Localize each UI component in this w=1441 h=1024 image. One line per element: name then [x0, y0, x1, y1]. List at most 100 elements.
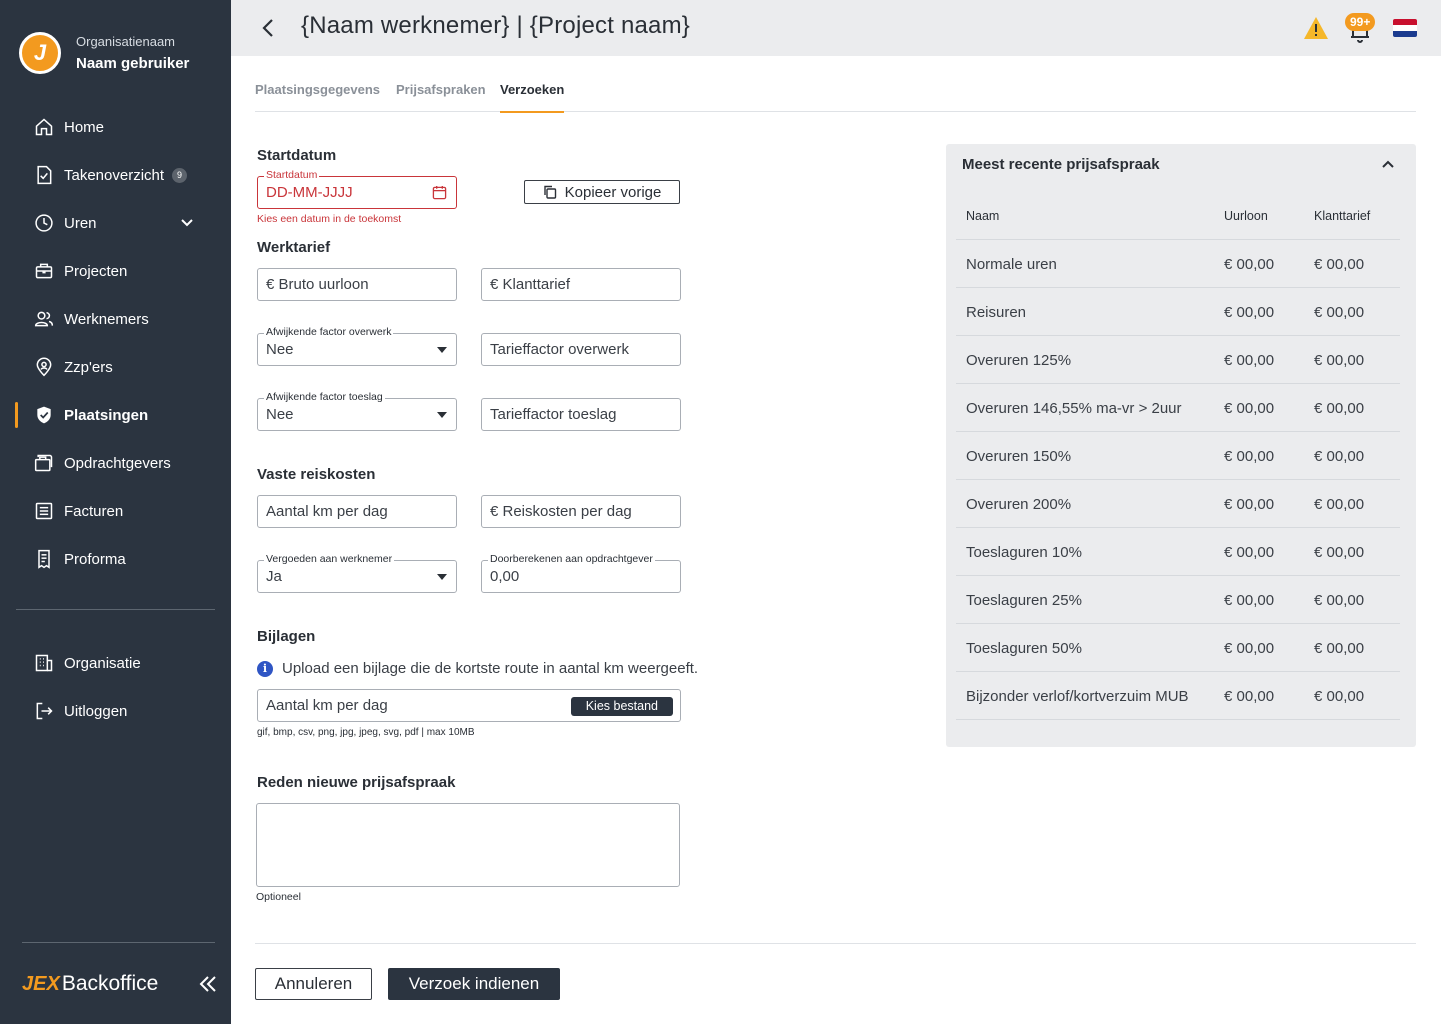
sidebar-nav: Home Takenoverzicht 9 Uren Projecten Wer…: [0, 103, 231, 583]
sidebar-item-zzpers[interactable]: Zzp'ers: [0, 343, 231, 391]
back-arrow-icon[interactable]: [257, 16, 281, 40]
reiskosten-per-dag-placeholder: € Reiskosten per dag: [490, 503, 632, 520]
briefcase-icon: [33, 260, 55, 282]
row-klanttarief: € 00,00: [1314, 400, 1365, 417]
task-count-badge: 9: [172, 167, 188, 183]
row-naam: Toeslaguren 25%: [966, 592, 1082, 609]
sidebar-item-plaatsingen[interactable]: Plaatsingen: [0, 391, 231, 439]
sidebar-item-label: Plaatsingen: [64, 406, 149, 424]
sidebar-item-label: Opdrachtgevers: [64, 454, 171, 472]
row-klanttarief: € 00,00: [1314, 304, 1365, 321]
kies-bestand-button[interactable]: Kies bestand: [570, 697, 673, 716]
sidebar-item-label: Organisatie: [64, 654, 141, 672]
row-uurloon: € 00,00: [1224, 592, 1275, 609]
startdatum-title: Startdatum: [257, 147, 337, 164]
bruto-uurloon-input[interactable]: € Bruto uurloon: [257, 268, 457, 301]
klanttarief-input[interactable]: € Klanttarief: [481, 268, 681, 301]
table-row: Toeslaguren 10% € 00,00 € 00,00: [956, 528, 1400, 576]
chevron-down-icon[interactable]: [179, 215, 195, 235]
tarieffactor-overwerk-input[interactable]: Tarieffactor overwerk: [481, 333, 681, 366]
tarieffactor-toeslag-placeholder: Tarieffactor toeslag: [490, 406, 617, 423]
notification-badge: 99+: [1345, 13, 1376, 31]
reden-title: Reden nieuwe prijsafspraak: [257, 774, 456, 791]
file-upload-field[interactable]: Aantal km per dag Kies bestand: [257, 689, 681, 722]
tab-prijsafspraken[interactable]: Prijsafspraken: [396, 82, 486, 112]
table-row: Overuren 146,55% ma-vr > 2uur € 00,00 € 00…: [956, 384, 1400, 432]
top-header: {Naam werknemer} | {Project naam} 99+: [231, 0, 1441, 56]
row-naam: Reisuren: [966, 304, 1027, 321]
row-uurloon: € 00,00: [1224, 352, 1275, 369]
startdatum-input[interactable]: Startdatum DD-MM-JJJJ: [257, 169, 457, 209]
collapse-sidebar-icon[interactable]: [196, 972, 220, 996]
tarieffactor-toeslag-input[interactable]: Tarieffactor toeslag: [481, 398, 681, 431]
row-naam: Overuren 125%: [966, 352, 1072, 369]
column-klanttarief: Klanttarief: [1314, 209, 1371, 223]
vergoeden-select[interactable]: Vergoeden aan werknemer Ja: [257, 553, 457, 593]
tarieffactor-overwerk-placeholder: Tarieffactor overwerk: [490, 341, 629, 358]
sidebar-item-label: Projecten: [64, 262, 128, 280]
row-klanttarief: € 00,00: [1314, 496, 1365, 513]
table-row: Overuren 150% € 00,00 € 00,00: [956, 432, 1400, 480]
org-name: Organisatienaam: [76, 34, 175, 49]
factor-toeslag-value: Nee: [266, 406, 294, 423]
dropdown-caret-icon: [437, 412, 447, 418]
file-types-hint: gif, bmp, csv, png, jpg, jpeg, svg, pdf …: [257, 727, 475, 738]
sidebar-item-facturen[interactable]: Facturen: [0, 487, 231, 535]
row-klanttarief: € 00,00: [1314, 448, 1365, 465]
tab-plaatsingsgegevens[interactable]: Plaatsingsgegevens: [255, 82, 380, 112]
factor-toeslag-select[interactable]: Afwijkende factor toeslag Nee: [257, 391, 457, 431]
sidebar-item-takenoverzicht[interactable]: Takenoverzicht 9: [0, 151, 231, 199]
sidebar-item-uitloggen[interactable]: Uitloggen: [0, 687, 231, 735]
sidebar-item-proforma[interactable]: Proforma: [0, 535, 231, 583]
tab-verzoeken[interactable]: Verzoeken: [500, 82, 565, 113]
org-switcher[interactable]: J Organisatienaam Naam gebruiker: [19, 32, 189, 74]
doorberekenen-input[interactable]: Doorberekenen aan opdrachtgever 0,00: [481, 553, 681, 593]
table-row: Overuren 200% € 00,00 € 00,00: [956, 480, 1400, 528]
row-uurloon: € 00,00: [1224, 544, 1275, 561]
sidebar-item-uren[interactable]: Uren: [0, 199, 231, 247]
brand-divider: [22, 942, 215, 943]
sidebar-item-opdrachtgevers[interactable]: Opdrachtgevers: [0, 439, 231, 487]
row-klanttarief: € 00,00: [1314, 640, 1365, 657]
bruto-uurloon-placeholder: € Bruto uurloon: [266, 276, 369, 293]
vergoeden-value: Ja: [266, 568, 282, 585]
factor-overwerk-select[interactable]: Afwijkende factor overwerk Nee: [257, 326, 457, 366]
dropdown-caret-icon: [437, 347, 447, 353]
column-uurloon: Uurloon: [1224, 209, 1268, 223]
sidebar: J Organisatienaam Naam gebruiker Home Ta…: [0, 0, 231, 1024]
building-icon: [33, 652, 55, 674]
table-row: Normale uren € 00,00 € 00,00: [956, 240, 1400, 288]
shield-check-icon: [33, 404, 55, 426]
kopieer-vorige-button[interactable]: Kopieer vorige: [524, 180, 680, 204]
sidebar-item-home[interactable]: Home: [0, 103, 231, 151]
vergoeden-label: Vergoeden aan werknemer: [264, 553, 395, 565]
price-table: Naam Uurloon Klanttarief Normale uren € 0…: [956, 192, 1400, 720]
sidebar-item-organisatie[interactable]: Organisatie: [0, 639, 231, 687]
sidebar-item-label: Uren: [64, 214, 97, 232]
reiskosten-per-dag-input[interactable]: € Reiskosten per dag: [481, 495, 681, 528]
row-uurloon: € 00,00: [1224, 400, 1275, 417]
factor-toeslag-label: Afwijkende factor toeslag: [264, 391, 385, 403]
km-per-dag-input[interactable]: Aantal km per dag: [257, 495, 457, 528]
sidebar-item-werknemers[interactable]: Werknemers: [0, 295, 231, 343]
reden-textarea[interactable]: [256, 803, 680, 887]
row-uurloon: € 00,00: [1224, 496, 1275, 513]
recent-price-agreement-panel: Meest recente prijsafspraak Naam Uurloon…: [946, 144, 1416, 747]
org-logo: J: [19, 32, 61, 74]
verzoek-indienen-button[interactable]: Verzoek indienen: [388, 968, 560, 1000]
row-klanttarief: € 00,00: [1314, 256, 1365, 273]
sidebar-divider: [16, 609, 215, 610]
tab-bar: Plaatsingsgegevens Prijsafspraken Verzoe…: [255, 82, 1416, 113]
table-row: Toeslaguren 50% € 00,00 € 00,00: [956, 624, 1400, 672]
calendar-icon[interactable]: [432, 185, 447, 200]
warning-icon[interactable]: [1303, 16, 1329, 40]
dutch-flag-icon[interactable]: [1393, 19, 1417, 37]
row-uurloon: € 00,00: [1224, 448, 1275, 465]
proforma-icon: [33, 548, 55, 570]
sidebar-item-projecten[interactable]: Projecten: [0, 247, 231, 295]
row-uurloon: € 00,00: [1224, 688, 1275, 705]
annuleren-button[interactable]: Annuleren: [255, 968, 372, 1000]
chevron-up-icon[interactable]: [1380, 156, 1396, 172]
sidebar-item-label: Werknemers: [64, 310, 149, 328]
bijlagen-title: Bijlagen: [257, 628, 316, 645]
